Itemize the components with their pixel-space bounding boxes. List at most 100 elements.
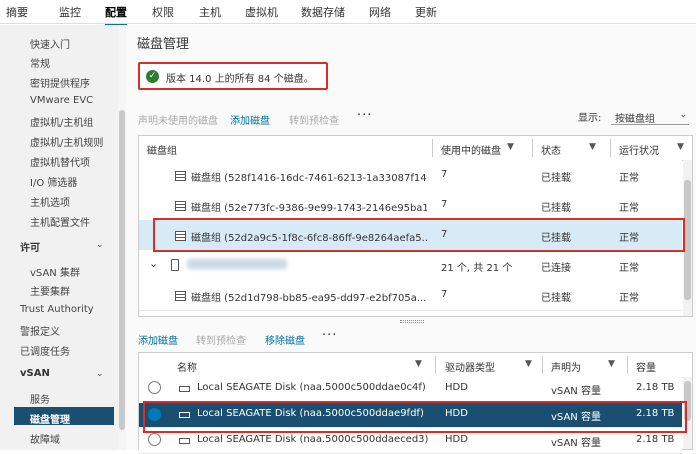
table-row-host[interactable]: ⌄ 21 个, 共 21 个 已连接 正常: [139, 250, 682, 281]
row-radio[interactable]: [148, 381, 161, 394]
table-row-selected[interactable]: 磁盘组 (52d2a9c5-1f8c-6fc8-86ff-9e8264aefa5…: [139, 220, 682, 251]
column-divider[interactable]: [610, 139, 611, 157]
grid-scrollbar[interactable]: [683, 377, 692, 449]
sidebar-item-host-profiles[interactable]: 主机配置文件: [30, 214, 90, 229]
sidebar-item-vsan-cluster[interactable]: vSAN 集群: [30, 264, 80, 279]
disk-name: Local SEAGATE Disk (naa.5000c500ddae9fdf…: [197, 408, 424, 419]
disk-group-icon: [175, 231, 186, 241]
grid-scrollbar-thumb[interactable]: [684, 180, 691, 300]
column-divider[interactable]: [532, 139, 533, 157]
tab-configure[interactable]: 配置: [105, 4, 127, 26]
disk-group-name: 磁盘组 (528f1416-16dc-7461-6213-1a33087f142…: [191, 173, 427, 184]
sidebar-section-licensing[interactable]: 许可: [20, 239, 40, 254]
table-row-selected[interactable]: Local SEAGATE Disk (naa.5000c500ddae9fdf…: [139, 403, 682, 428]
table-row[interactable]: 磁盘组 (52e773fc-9386-9e99-1743-2146e95ba1.…: [139, 190, 682, 221]
column-divider[interactable]: [432, 139, 433, 157]
sidebar-item-quickstart[interactable]: 快速入门: [30, 36, 70, 51]
sidebar-item-vm-host-groups[interactable]: 虚拟机/主机组: [30, 114, 93, 129]
sidebar-item-trust-authority[interactable]: Trust Authority: [20, 304, 94, 315]
chevron-down-icon[interactable]: ⌄: [96, 240, 104, 250]
sidebar-item-services[interactable]: 服务: [30, 391, 50, 406]
sidebar-item-scheduled-tasks[interactable]: 已调度任务: [20, 343, 70, 358]
grid-scrollbar[interactable]: [683, 160, 692, 316]
grid-header: 磁盘组 使用中的磁盘 ▼ 状态 ▼ 运行状况 ▼: [139, 136, 692, 161]
more-actions-button[interactable]: ···: [357, 108, 372, 123]
disks-in-use: 7: [441, 169, 448, 180]
state: 已挂载: [541, 293, 571, 304]
remove-disk-button[interactable]: 移除磁盘: [265, 332, 305, 347]
disk-grid: 名称 ▼ 驱动器类型 ▼ 声明为 ▼ 容量 Local SEAGATE Disk…: [138, 352, 693, 454]
tab-summary[interactable]: 摘要: [6, 4, 28, 20]
column-divider[interactable]: [627, 356, 628, 374]
pre-check-button[interactable]: 转到预检查: [196, 332, 246, 347]
page-title: 磁盘管理: [137, 37, 190, 52]
sidebar-item-disk-management[interactable]: 磁盘管理: [30, 411, 70, 426]
pre-check-button[interactable]: 转到预检查: [289, 112, 339, 127]
sidebar-item-io-filters[interactable]: I/O 筛选器: [30, 174, 77, 189]
sidebar-item-vm-overrides[interactable]: 虚拟机替代项: [30, 154, 90, 169]
state: 已挂载: [541, 203, 571, 214]
disks-in-use: 7: [441, 289, 448, 300]
sidebar-item-fault-domains[interactable]: 故障域: [30, 431, 60, 446]
sidebar-item-key-providers[interactable]: 密钥提供程序: [30, 75, 90, 90]
tab-datastores[interactable]: 数据存储: [301, 4, 345, 20]
grid-scrollbar-thumb[interactable]: [684, 381, 691, 421]
table-row[interactable]: 磁盘组 (528f1416-16dc-7461-6213-1a33087f142…: [139, 160, 682, 191]
column-header-state[interactable]: 状态: [541, 142, 561, 157]
filter-icon[interactable]: ▼: [415, 359, 422, 369]
capacity: 2.18 TB: [636, 434, 675, 445]
claim-unused-disks-button[interactable]: 声明未使用的磁盘: [138, 112, 218, 127]
column-header-health[interactable]: 运行状况: [619, 142, 659, 157]
filter-icon[interactable]: ▼: [525, 359, 532, 369]
panel-splitter-handle[interactable]: [400, 320, 424, 323]
filter-icon[interactable]: ▼: [608, 359, 615, 369]
chevron-down-icon[interactable]: ⌄: [149, 257, 158, 270]
filter-icon[interactable]: ▼: [589, 142, 596, 152]
column-header-name[interactable]: 名称: [177, 359, 197, 374]
sidebar-scrollbar-thumb[interactable]: [119, 110, 125, 430]
row-radio[interactable]: [148, 433, 161, 446]
disk-icon: [179, 386, 190, 392]
sidebar-item-alarm-definitions[interactable]: 警报定义: [20, 323, 60, 338]
chevron-down-icon[interactable]: ⌄: [96, 369, 104, 379]
add-disks-button[interactable]: 添加磁盘: [230, 112, 270, 127]
column-header-drive-type[interactable]: 驱动器类型: [445, 359, 495, 374]
disks-in-use: 21 个, 共 21 个: [441, 263, 513, 274]
state: 已连接: [541, 263, 571, 274]
column-header-disks-in-use[interactable]: 使用中的磁盘: [441, 142, 501, 157]
health: 正常: [619, 233, 639, 244]
filter-icon[interactable]: ▼: [677, 142, 684, 152]
tab-networks[interactable]: 网络: [369, 4, 391, 20]
column-header-claimed-as[interactable]: 声明为: [551, 359, 581, 374]
drive-type: HDD: [445, 382, 468, 393]
tab-updates[interactable]: 更新: [415, 4, 437, 20]
top-tab-bar: 摘要 监控 配置 权限 主机 虚拟机 数据存储 网络 更新: [0, 0, 696, 26]
state: 已挂载: [541, 173, 571, 184]
tab-hosts[interactable]: 主机: [199, 4, 221, 20]
column-divider[interactable]: [435, 356, 436, 374]
table-row[interactable]: Local SEAGATE Disk (naa.5000c500ddae0c4f…: [139, 377, 682, 402]
tab-vms[interactable]: 虚拟机: [245, 4, 278, 20]
sidebar-item-host-options[interactable]: 主机选项: [30, 194, 70, 209]
tab-permissions[interactable]: 权限: [152, 4, 174, 20]
show-select[interactable]: 按磁盘组 ⌄: [611, 109, 689, 125]
table-row[interactable]: Local SEAGATE Disk (naa.5000c500ddaeced3…: [139, 429, 682, 454]
sidebar-item-vm-host-rules[interactable]: 虚拟机/主机规则: [30, 134, 103, 149]
sidebar-section-vsan[interactable]: vSAN: [20, 368, 50, 379]
add-disk-button[interactable]: 添加磁盘: [138, 332, 178, 347]
sidebar-item-vmware-evc[interactable]: VMware EVC: [30, 95, 93, 106]
host-icon: [171, 259, 179, 271]
column-header-capacity[interactable]: 容量: [636, 359, 656, 374]
disk-group-name: 磁盘组 (52e773fc-9386-9e99-1743-2146e95ba1.…: [191, 203, 427, 214]
sidebar-item-supervisor-cluster[interactable]: 主要集群: [30, 283, 70, 298]
table-row[interactable]: 磁盘组 (52d1d798-bb85-ea95-dd97-e2bf705a...…: [139, 280, 682, 311]
more-actions-button[interactable]: ···: [322, 328, 337, 343]
tab-monitor[interactable]: 监控: [59, 4, 81, 20]
host-name-redacted: [187, 259, 287, 269]
filter-icon[interactable]: ▼: [507, 142, 514, 152]
sidebar-item-general[interactable]: 常规: [30, 55, 50, 70]
column-header-disk-group[interactable]: 磁盘组: [147, 142, 177, 157]
column-divider[interactable]: [542, 356, 543, 374]
row-radio-selected[interactable]: [148, 408, 161, 421]
disk-icon: [179, 412, 190, 418]
